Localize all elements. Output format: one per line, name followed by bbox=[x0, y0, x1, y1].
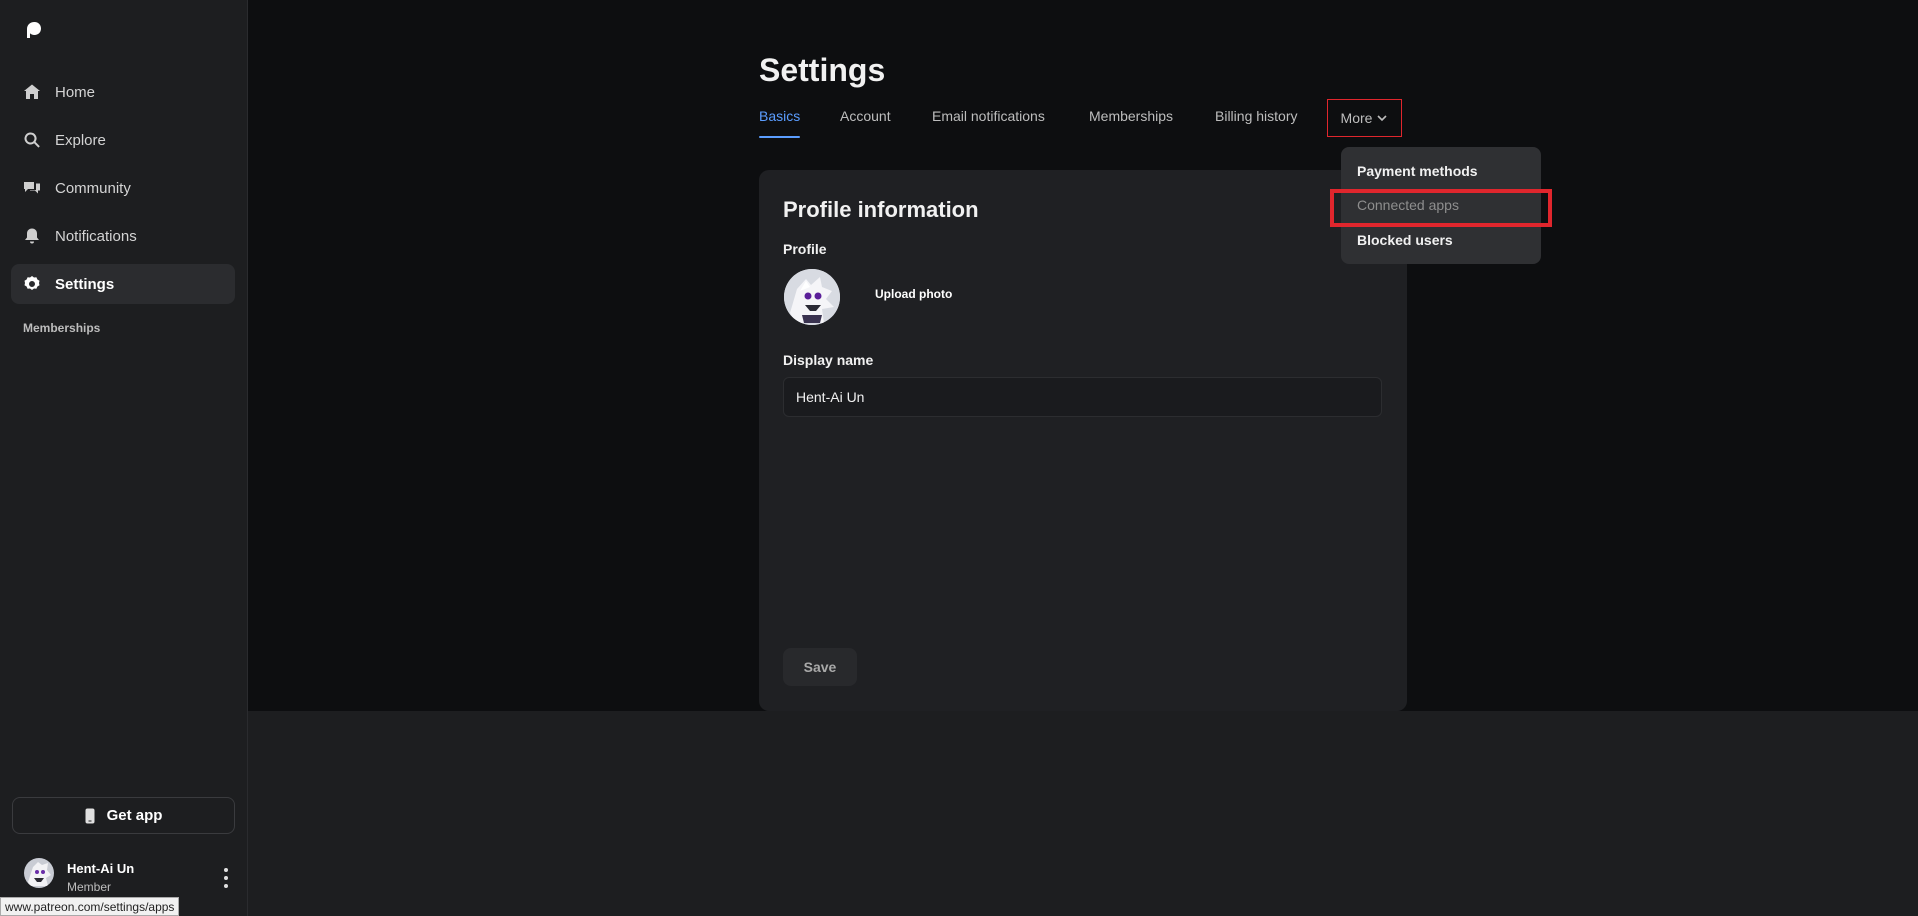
gear-icon bbox=[23, 275, 41, 293]
tab-billing-history[interactable]: Billing history bbox=[1215, 108, 1297, 124]
app-root: Home Explore Community Notifications Set… bbox=[0, 0, 1918, 916]
tab-memberships[interactable]: Memberships bbox=[1089, 108, 1173, 124]
tab-more[interactable]: More bbox=[1327, 99, 1402, 137]
memberships-section-label: Memberships bbox=[23, 321, 101, 335]
card-title: Profile information bbox=[783, 197, 979, 222]
user-name: Hent-Ai Un bbox=[67, 861, 135, 876]
home-icon bbox=[23, 83, 41, 101]
sidebar-item-settings[interactable]: Settings bbox=[11, 264, 235, 304]
display-name-field[interactable] bbox=[783, 377, 1382, 417]
user-role: Member bbox=[67, 880, 112, 894]
lower-background bbox=[248, 711, 1918, 916]
patreon-logo[interactable] bbox=[24, 20, 44, 40]
save-button[interactable]: Save bbox=[783, 648, 857, 686]
menu-item-payment-methods[interactable]: Payment methods bbox=[1357, 163, 1478, 179]
get-app-label: Get app bbox=[106, 807, 163, 824]
profile-label: Profile bbox=[783, 241, 827, 257]
tab-email-notifications[interactable]: Email notifications bbox=[932, 108, 1045, 124]
highlight-annotation bbox=[1330, 189, 1552, 227]
profile-information-card: Profile information Profile Upload photo… bbox=[759, 170, 1407, 711]
menu-item-blocked-users[interactable]: Blocked users bbox=[1357, 232, 1453, 248]
bell-icon bbox=[23, 227, 41, 245]
get-app-button[interactable]: Get app bbox=[12, 797, 235, 834]
sidebar-item-label: Explore bbox=[55, 131, 106, 149]
sidebar-item-notifications[interactable]: Notifications bbox=[11, 216, 235, 256]
status-bar-url: www.patreon.com/settings/apps bbox=[0, 897, 180, 916]
user-profile[interactable]: Hent-Ai Un Member bbox=[24, 858, 234, 898]
page-title: Settings bbox=[759, 52, 886, 88]
sidebar-item-explore[interactable]: Explore bbox=[11, 120, 235, 160]
display-name-label: Display name bbox=[783, 352, 874, 368]
sidebar-item-label: Notifications bbox=[55, 227, 137, 245]
sidebar-item-label: Community bbox=[55, 179, 131, 197]
avatar[interactable] bbox=[24, 858, 54, 888]
chat-bubbles-icon bbox=[23, 179, 41, 197]
tab-basics[interactable]: Basics bbox=[759, 108, 801, 138]
chevron-down-icon bbox=[1377, 115, 1388, 122]
tab-account[interactable]: Account bbox=[840, 108, 891, 124]
sidebar-item-label: Settings bbox=[55, 275, 115, 293]
sidebar: Home Explore Community Notifications Set… bbox=[0, 0, 248, 916]
sidebar-item-home[interactable]: Home bbox=[11, 72, 235, 112]
more-options-icon[interactable] bbox=[218, 868, 234, 888]
more-label: More bbox=[1340, 110, 1373, 126]
sidebar-item-label: Home bbox=[55, 83, 96, 101]
search-icon bbox=[23, 131, 41, 149]
sidebar-item-community[interactable]: Community bbox=[11, 168, 235, 208]
profile-photo bbox=[784, 269, 840, 325]
phone-icon bbox=[85, 808, 95, 824]
upload-photo-link[interactable]: Upload photo bbox=[875, 287, 952, 301]
sidebar-nav: Home Explore Community Notifications Set… bbox=[11, 72, 235, 312]
